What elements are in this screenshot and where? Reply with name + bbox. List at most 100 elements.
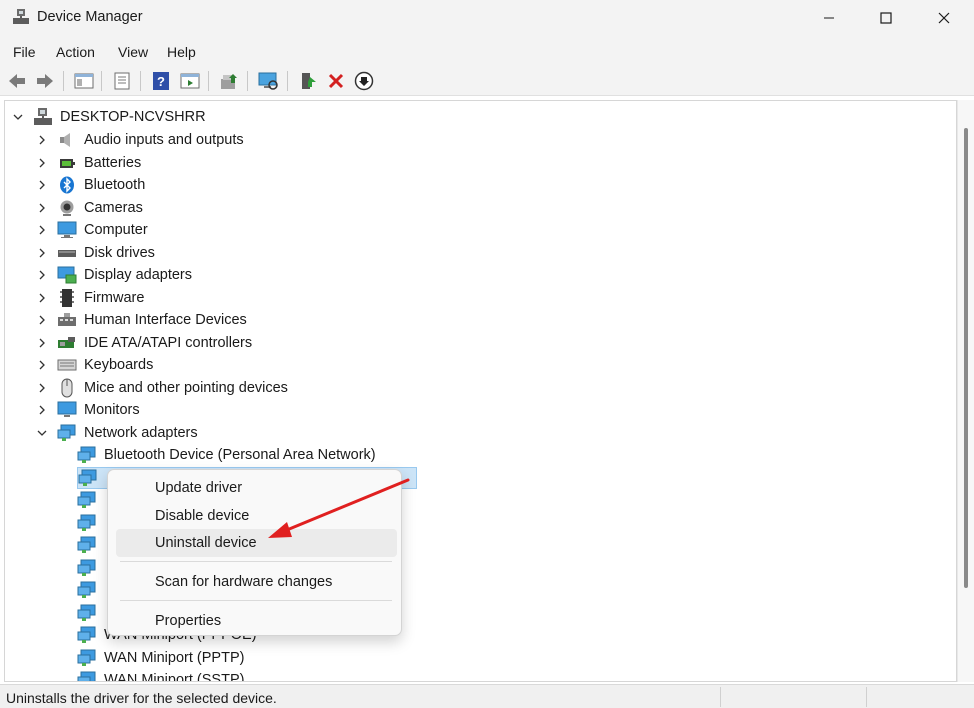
tree-category-monitors[interactable]: Monitors <box>35 399 140 421</box>
network-adapter-item[interactable] <box>77 489 104 511</box>
window-title: Device Manager <box>37 9 143 25</box>
network-adapter-item[interactable]: WAN Miniport (SSTP) <box>77 669 245 682</box>
battery-icon <box>57 153 77 173</box>
network-adapter-item[interactable] <box>77 557 104 579</box>
tree-category-network-adapters[interactable]: Network adapters <box>35 422 198 444</box>
forward-icon[interactable] <box>34 70 56 92</box>
chevron-right-icon[interactable] <box>35 246 49 260</box>
chevron-down-icon[interactable] <box>11 110 25 124</box>
chevron-right-icon[interactable] <box>35 223 49 237</box>
chevron-right-icon[interactable] <box>35 358 49 372</box>
toolbar-separator <box>101 71 102 91</box>
menu-file[interactable]: File <box>13 44 36 60</box>
chevron-right-icon[interactable] <box>35 313 49 327</box>
chevron-right-icon[interactable] <box>35 403 49 417</box>
context-menu: Update driver Disable device Uninstall d… <box>107 469 402 636</box>
network-adapter-icon <box>57 423 77 443</box>
tree-category-mice-and-other-pointing-devices[interactable]: Mice and other pointing devices <box>35 377 288 399</box>
network-adapter-item[interactable] <box>77 534 104 556</box>
chevron-right-icon[interactable] <box>35 156 49 170</box>
menu-scan-hardware[interactable]: Scan for hardware changes <box>116 568 397 596</box>
close-button[interactable] <box>915 0 973 36</box>
monitor-icon <box>57 400 77 420</box>
tree-category-keyboards[interactable]: Keyboards <box>35 354 153 376</box>
chevron-right-icon[interactable] <box>35 381 49 395</box>
tree-category-label: Monitors <box>84 402 140 418</box>
tree-category-ide-ata-atapi-controllers[interactable]: IDE ATA/ATAPI controllers <box>35 332 252 354</box>
update-driver-icon[interactable] <box>218 70 240 92</box>
menu-uninstall-device[interactable]: Uninstall device <box>116 529 397 557</box>
help-icon[interactable]: ? <box>150 70 172 92</box>
keyboard-icon <box>57 355 77 375</box>
network-adapter-icon <box>77 603 97 623</box>
display-adapter-icon <box>57 265 77 285</box>
network-adapter-item[interactable] <box>77 579 104 601</box>
tree-category-label: Display adapters <box>84 267 192 283</box>
tree-category-audio-inputs-and-outputs[interactable]: Audio inputs and outputs <box>35 129 244 151</box>
network-adapter-item[interactable]: Bluetooth Device (Personal Area Network) <box>77 444 376 466</box>
tree-category-cameras[interactable]: Cameras <box>35 197 143 219</box>
tree-category-batteries[interactable]: Batteries <box>35 152 141 174</box>
vertical-scrollbar[interactable] <box>957 100 974 682</box>
disable-device-icon[interactable] <box>353 70 375 92</box>
firmware-icon <box>57 288 77 308</box>
toolbar-separator <box>287 71 288 91</box>
tree-category-label: Bluetooth <box>84 177 146 193</box>
tree-category-firmware[interactable]: Firmware <box>35 287 144 309</box>
chevron-right-icon[interactable] <box>35 201 49 215</box>
camera-icon <box>57 198 77 218</box>
maximize-button[interactable] <box>857 0 915 36</box>
tree-category-disk-drives[interactable]: Disk drives <box>35 242 155 264</box>
network-adapter-item[interactable] <box>77 602 104 624</box>
back-icon[interactable] <box>6 70 28 92</box>
chevron-right-icon[interactable] <box>35 336 49 350</box>
uninstall-device-icon[interactable] <box>325 70 347 92</box>
scrollbar-thumb[interactable] <box>964 128 968 588</box>
tree-category-label: Network adapters <box>84 424 198 441</box>
network-adapter-icon <box>77 490 97 510</box>
svg-text:?: ? <box>157 74 165 89</box>
network-adapter-icon <box>77 535 97 555</box>
network-adapter-item[interactable] <box>77 512 104 534</box>
toolbar-separator <box>140 71 141 91</box>
action-pane-icon[interactable] <box>179 70 201 92</box>
properties-icon[interactable] <box>111 70 133 92</box>
mouse-icon <box>57 378 77 398</box>
chevron-right-icon[interactable] <box>35 133 49 147</box>
tree-category-computer[interactable]: Computer <box>35 219 148 241</box>
tree-category-human-interface-devices[interactable]: Human Interface Devices <box>35 309 247 331</box>
bluetooth-icon <box>57 175 77 195</box>
chevron-right-icon[interactable] <box>35 178 49 192</box>
show-hide-console-tree-icon[interactable] <box>73 70 95 92</box>
network-adapter-item[interactable]: WAN Miniport (PPTP) <box>77 647 244 669</box>
minimize-button[interactable] <box>800 0 858 36</box>
network-adapter-icon <box>78 468 98 488</box>
menu-properties[interactable]: Properties <box>116 607 397 635</box>
tree-category-label: Audio inputs and outputs <box>84 132 244 148</box>
network-adapter-label: WAN Miniport (SSTP) <box>104 672 245 682</box>
tree-category-bluetooth[interactable]: Bluetooth <box>35 174 145 196</box>
speaker-icon <box>57 130 77 150</box>
menu-update-driver[interactable]: Update driver <box>116 474 397 502</box>
tree-category-display-adapters[interactable]: Display adapters <box>35 264 192 286</box>
tree-category-label: Firmware <box>84 289 145 306</box>
menu-action[interactable]: Action <box>56 44 95 60</box>
chevron-right-icon[interactable] <box>35 291 49 305</box>
status-divider <box>866 687 867 707</box>
chevron-right-icon[interactable] <box>35 268 49 282</box>
toolbar-separator <box>208 71 209 91</box>
scan-hardware-icon[interactable] <box>257 70 279 92</box>
disk-drive-icon <box>57 243 77 263</box>
menu-separator <box>120 600 392 601</box>
enable-device-icon[interactable] <box>297 70 319 92</box>
menu-view[interactable]: View <box>118 44 148 60</box>
status-bar: Uninstalls the driver for the selected d… <box>0 684 974 708</box>
menu-separator <box>120 561 392 562</box>
title-bar: Device Manager <box>0 0 974 36</box>
tree-root[interactable]: DESKTOP-NCVSHRR <box>11 106 206 128</box>
menu-help[interactable]: Help <box>167 44 196 60</box>
chevron-down-icon[interactable] <box>35 426 49 440</box>
network-adapter-icon <box>77 648 97 668</box>
menu-disable-device[interactable]: Disable device <box>116 502 397 530</box>
toolbar-separator <box>63 71 64 91</box>
